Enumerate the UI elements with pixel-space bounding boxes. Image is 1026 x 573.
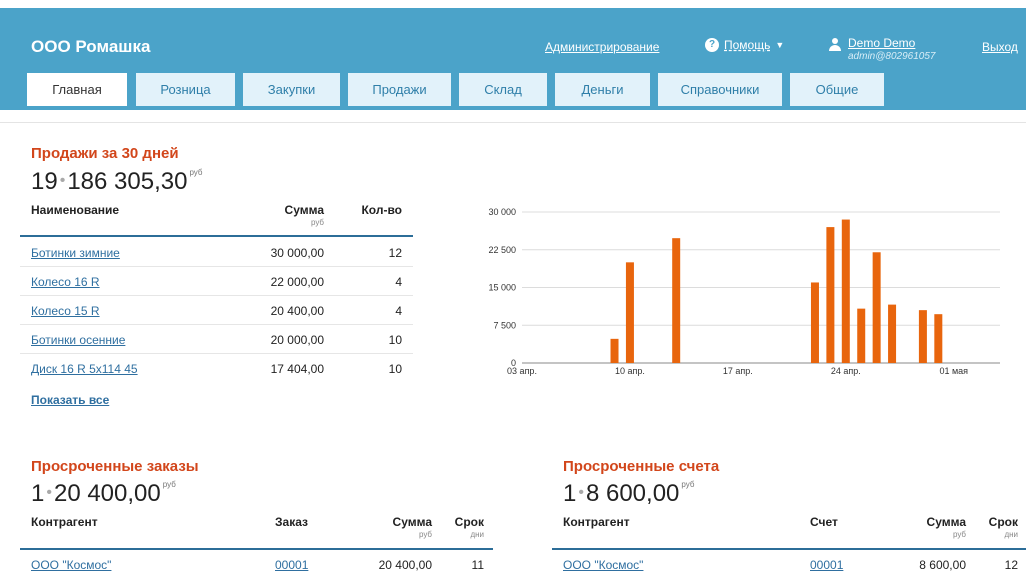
sales-total: 186 305,30 — [67, 168, 188, 195]
row-qty: 4 — [395, 275, 402, 289]
company-name: ООО Ромашка — [31, 37, 151, 56]
chart-x-tick-label: 10 апр. — [615, 366, 645, 376]
sales-count: 19 — [31, 168, 58, 195]
header-divider — [0, 122, 1026, 123]
tab-purchases[interactable]: Закупки — [243, 73, 340, 106]
overdue-orders-title: Просроченные заказы — [31, 458, 199, 475]
invoice-number-link[interactable]: 00001 — [810, 558, 843, 572]
chart-bar — [934, 314, 943, 363]
row-sum: 20 000,00 — [270, 333, 324, 347]
order-number-link[interactable]: 00001 — [275, 558, 308, 572]
chart-bar — [625, 262, 634, 363]
chart-y-tick-label: 22 500 — [488, 245, 516, 255]
overdue-invoices-summary: 1 •8 600,00 руб — [563, 480, 695, 507]
orders-total: 20 400,00 — [53, 480, 161, 507]
col-qty-header: Кол-во — [361, 203, 402, 217]
orders-party-link[interactable]: ООО "Космос" — [31, 558, 111, 572]
col-sum-header: Сумма руб — [284, 203, 324, 227]
sales-currency: руб — [189, 168, 203, 177]
tab-sales[interactable]: Продажи — [348, 73, 451, 106]
orders-col-term: Срок дни — [454, 515, 484, 539]
chart-bar — [872, 252, 881, 363]
orders-currency: руб — [162, 480, 176, 489]
orders-col-doc: Заказ — [275, 515, 308, 529]
question-circle-icon: ? — [705, 38, 719, 52]
tab-retail[interactable]: Розница — [136, 73, 235, 106]
chart-bar — [857, 308, 866, 363]
tab-money[interactable]: Деньги — [555, 73, 650, 106]
overdue-invoices-title: Просроченные счета — [563, 458, 720, 475]
orders-header-line — [20, 548, 493, 550]
invoices-header-line — [552, 548, 1026, 550]
row-sum: 20 400,00 — [270, 304, 324, 318]
row-qty: 10 — [388, 362, 402, 376]
invoices-total: 8 600,00 — [585, 480, 680, 507]
invoices-col-doc: Счет — [810, 515, 838, 529]
col-name-header: Наименование — [31, 203, 120, 217]
row-sum: 30 000,00 — [270, 246, 324, 260]
orders-col-sum: Сумма руб — [392, 515, 432, 539]
tab-main[interactable]: Главная — [27, 73, 127, 106]
sales-summary: 19 •186 305,30 руб — [31, 168, 203, 195]
chart-bar — [672, 238, 681, 363]
invoice-sum: 8 600,00 — [919, 558, 966, 572]
user-icon — [828, 38, 842, 52]
invoices-col-term: Срок дни — [988, 515, 1018, 539]
row-sum: 17 404,00 — [270, 362, 324, 376]
row-qty: 4 — [395, 304, 402, 318]
row-qty: 10 — [388, 333, 402, 347]
invoices-party-link[interactable]: ООО "Космос" — [563, 558, 643, 572]
help-label[interactable]: Помощь — [724, 38, 770, 52]
product-link[interactable]: Колесо 15 R — [31, 304, 100, 318]
tab-warehouse[interactable]: Склад — [459, 73, 547, 106]
admin-link[interactable]: Администрирование — [545, 40, 659, 54]
chart-bar — [826, 227, 835, 363]
orders-col-party: Контрагент — [31, 515, 98, 529]
caret-down-icon: ▼ — [775, 40, 785, 50]
invoice-term: 12 — [1004, 558, 1018, 572]
row-sum: 22 000,00 — [270, 275, 324, 289]
invoices-currency: руб — [681, 480, 695, 489]
invoices-col-sum: Сумма руб — [926, 515, 966, 539]
chart-x-tick-label: 03 апр. — [507, 366, 537, 376]
app-header: ООО Ромашка Администрирование ? Помощь ▼… — [0, 0, 1026, 110]
product-link[interactable]: Ботинки осенние — [31, 333, 125, 347]
tab-references[interactable]: Справочники — [658, 73, 782, 106]
chart-bar — [888, 304, 897, 363]
sales-chart: 07 50015 00022 50030 00003 апр. 10 апр. 17… — [488, 207, 1000, 376]
show-all-link[interactable]: Показать все — [31, 393, 109, 407]
product-link[interactable]: Колесо 16 R — [31, 275, 100, 289]
chart-bar — [841, 219, 850, 363]
overdue-orders-summary: 1 •20 400,00 руб — [31, 480, 176, 507]
tab-general[interactable]: Общие — [790, 73, 884, 106]
invoices-count: 1 — [563, 480, 577, 507]
chart-y-tick-label: 15 000 — [488, 283, 516, 293]
chart-bar — [610, 338, 619, 363]
product-link[interactable]: Диск 16 R 5x114 45 — [31, 362, 138, 376]
logout-link[interactable]: Выход — [982, 40, 1018, 54]
chart-bar — [918, 310, 927, 363]
chart-x-tick-label: 01 мая — [939, 366, 968, 376]
user-account: admin@802961057 — [848, 51, 936, 62]
chart-y-tick-label: 7 500 — [493, 320, 516, 330]
product-link[interactable]: Ботинки зимние — [31, 246, 120, 260]
order-term: 11 — [471, 558, 484, 572]
order-sum: 20 400,00 — [378, 558, 432, 572]
chart-bar — [810, 282, 819, 363]
table-header-line — [20, 235, 413, 237]
sales-title: Продажи за 30 дней — [31, 145, 179, 162]
row-qty: 12 — [388, 246, 402, 260]
orders-count: 1 — [31, 480, 45, 507]
chart-y-tick-label: 30 000 — [488, 207, 516, 217]
help-menu[interactable]: ? Помощь ▼ — [705, 38, 784, 52]
user-name-link[interactable]: Demo Demo — [848, 36, 915, 50]
invoices-col-party: Контрагент — [563, 515, 630, 529]
chart-x-tick-label: 17 апр. — [723, 366, 753, 376]
chart-x-tick-label: 24 апр. — [831, 366, 861, 376]
